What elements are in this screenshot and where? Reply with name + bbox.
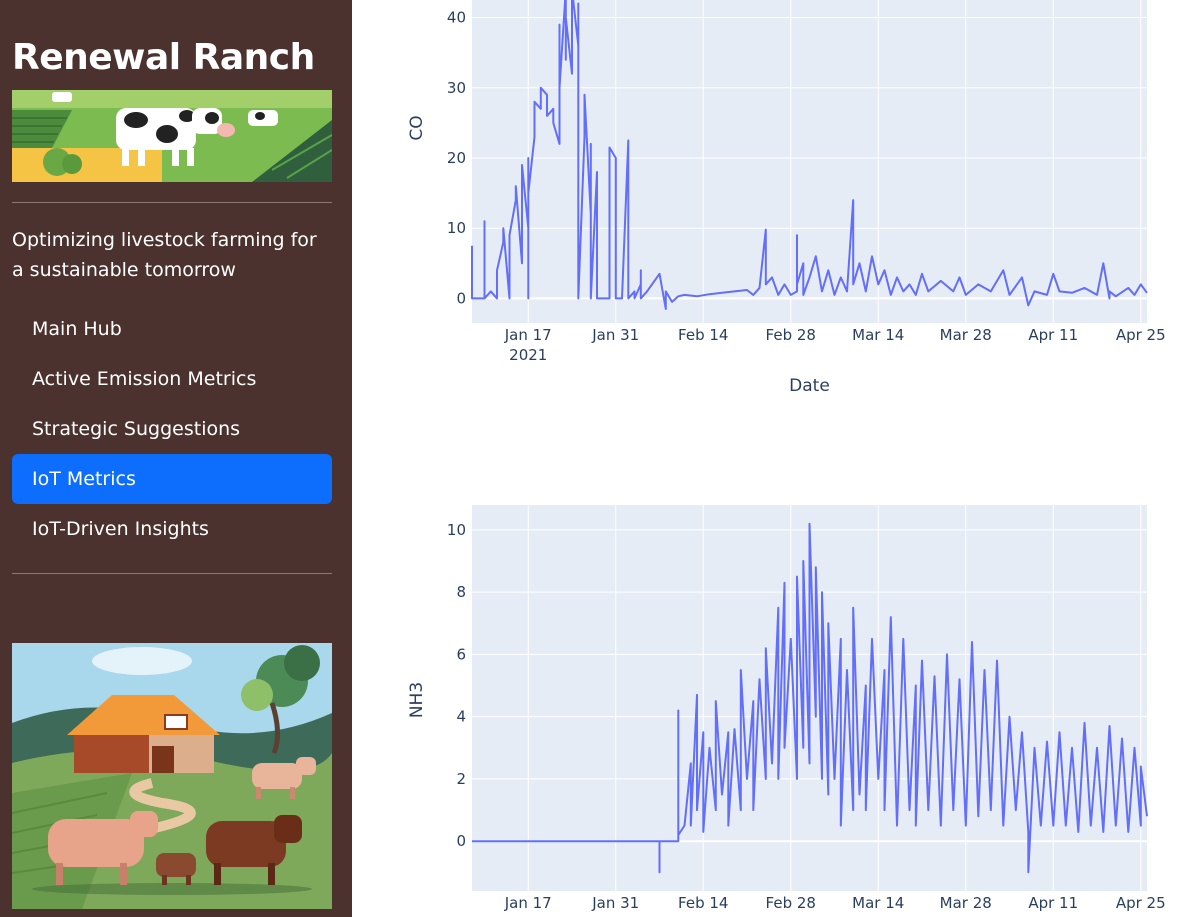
divider [12,202,332,203]
barn-cattle-illustration [12,643,332,909]
co-line-chart[interactable]: 0 10 20 30 40 Jan 17 2021 Jan 31 Feb 14 Feb 28 Mar… [352,0,1179,410]
y-tick-label: 6 [456,645,466,663]
x-tick-label: Apr 25 [1116,894,1166,912]
co-y-axis-title: CO [407,115,427,140]
tagline: Optimizing livestock farming for a susta… [12,229,317,281]
sidebar-nav: Main Hub Active Emission Metrics Strateg… [12,304,332,554]
y-tick-label: 4 [456,708,466,726]
y-tick-label: 2 [456,770,466,788]
nh3-line-chart[interactable]: 0 2 4 6 8 10 Jan 17 Jan 31 Feb 14 Feb 28 Mar 14 Mar… [352,490,1179,917]
nav-item-main-hub[interactable]: Main Hub [12,304,332,354]
y-tick-label: 0 [456,289,466,307]
x-tick-label: Feb 28 [766,894,816,912]
x-tick-label: Feb 14 [678,894,728,912]
x-tick-label: Feb 14 [678,326,728,344]
y-tick-label: 0 [456,832,466,850]
x-tick-label: Jan 17 [504,894,552,912]
co-x-axis-title: Date [789,376,830,396]
x-tick-label: Mar 14 [852,894,904,912]
x-tick-label: Jan 31 [591,894,639,912]
y-tick-label: 10 [447,521,466,539]
nh3-y-axis-title: NH3 [407,682,427,718]
x-tick-label: Jan 31 [591,326,639,344]
app-title: Renewal Ranch [12,37,315,78]
x-tick-label: Apr 11 [1028,326,1078,344]
x-tick-label: Feb 28 [766,326,816,344]
x-tick-label: Mar 28 [940,894,992,912]
nav-item-iot-metrics[interactable]: IoT Metrics [12,454,332,504]
y-tick-label: 30 [447,79,466,97]
x-tick-label: Mar 14 [852,326,904,344]
y-tick-label: 40 [447,9,466,27]
nav-item-iot-driven-insights[interactable]: IoT-Driven Insights [12,504,332,554]
divider [12,573,332,574]
x-tick-label: Apr 25 [1116,326,1166,344]
x-tick-label: Jan 17 2021 [504,326,552,364]
nav-item-strategic-suggestions[interactable]: Strategic Suggestions [12,404,332,454]
farm-cows-banner-image [12,90,332,182]
x-tick-label: Mar 28 [940,326,992,344]
y-tick-label: 20 [447,149,466,167]
y-tick-label: 10 [447,219,466,237]
nav-item-active-emission-metrics[interactable]: Active Emission Metrics [12,354,332,404]
y-tick-label: 8 [456,583,466,601]
sidebar: Renewal Ranch Optimizing livestock farmi… [0,0,352,917]
x-tick-label: Apr 11 [1028,894,1078,912]
